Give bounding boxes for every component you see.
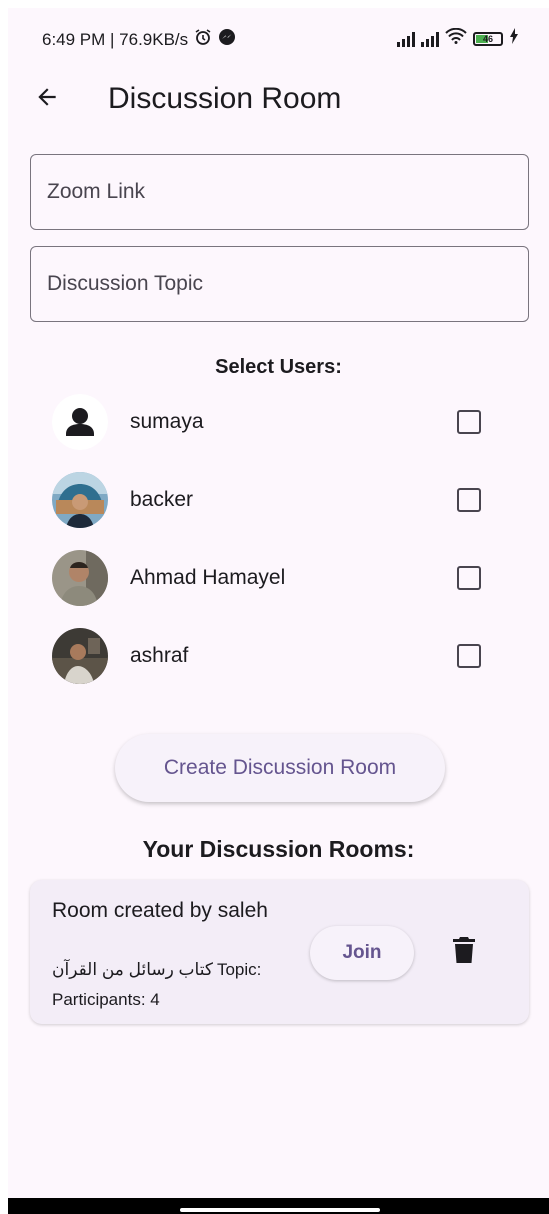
- status-left: 6:49 PM | 76.9KB/s: [42, 28, 236, 51]
- app-bar: Discussion Room: [8, 70, 549, 130]
- arrow-back-icon: [34, 84, 60, 115]
- status-bar: 6:49 PM | 76.9KB/s 46: [8, 8, 549, 68]
- join-button[interactable]: Join: [310, 926, 414, 980]
- user-row: ashraf: [8, 622, 549, 692]
- user-name: Ahmad Hamayel: [130, 566, 286, 589]
- select-users-label: Select Users:: [215, 356, 342, 378]
- page-title: Discussion Room: [108, 82, 342, 115]
- person-icon: [52, 394, 108, 450]
- user-name: ashraf: [130, 644, 189, 667]
- avatar: [52, 628, 108, 684]
- discussion-topic-field[interactable]: [30, 246, 529, 322]
- room-participants: Participants: 4: [52, 990, 160, 1009]
- wifi-icon: [445, 27, 467, 49]
- user-row: backer: [8, 466, 549, 536]
- room-topic: كتاب رسائل من القرآن Topic:: [52, 960, 261, 980]
- user-row: sumaya: [8, 388, 549, 458]
- user-row: Ahmad Hamayel: [8, 544, 549, 614]
- avatar: [52, 394, 108, 450]
- home-indicator[interactable]: [180, 1208, 380, 1212]
- zoom-link-input[interactable]: [31, 155, 528, 229]
- messenger-icon: [218, 28, 236, 51]
- signal-icon: [421, 31, 439, 47]
- back-button[interactable]: [30, 82, 64, 116]
- discussion-topic-input[interactable]: [31, 247, 528, 321]
- user-checkbox[interactable]: [457, 410, 481, 434]
- app-screen: 6:49 PM | 76.9KB/s 46 Discussion Room Zo…: [8, 8, 549, 1198]
- charging-icon: [509, 28, 519, 49]
- delete-button[interactable]: [448, 936, 480, 968]
- avatar: [52, 472, 108, 528]
- room-title: Room created by saleh: [52, 899, 268, 922]
- user-checkbox[interactable]: [457, 566, 481, 590]
- avatar: [52, 550, 108, 606]
- alarm-icon: [194, 28, 212, 51]
- user-checkbox[interactable]: [457, 488, 481, 512]
- user-checkbox[interactable]: [457, 644, 481, 668]
- create-discussion-room-button[interactable]: Create Discussion Room: [115, 734, 445, 802]
- user-name: sumaya: [130, 410, 204, 433]
- signal-icon: [397, 31, 415, 47]
- status-time-speed: 6:49 PM | 76.9KB/s: [42, 29, 189, 49]
- room-card: Room created by saleh كتاب رسائل من القر…: [30, 880, 529, 1024]
- zoom-link-field[interactable]: [30, 154, 529, 230]
- room-topic-label: Topic:: [216, 960, 262, 979]
- room-topic-value: كتاب رسائل من القرآن: [52, 960, 213, 979]
- your-rooms-label: Your Discussion Rooms:: [142, 836, 415, 862]
- user-photo: [52, 472, 108, 528]
- user-photo: [52, 550, 108, 606]
- user-photo: [52, 628, 108, 684]
- status-right: 46: [397, 27, 519, 49]
- battery-level: 46: [482, 33, 493, 44]
- user-name: backer: [130, 488, 194, 511]
- battery-icon: 46: [473, 31, 503, 46]
- trash-icon: [452, 936, 476, 969]
